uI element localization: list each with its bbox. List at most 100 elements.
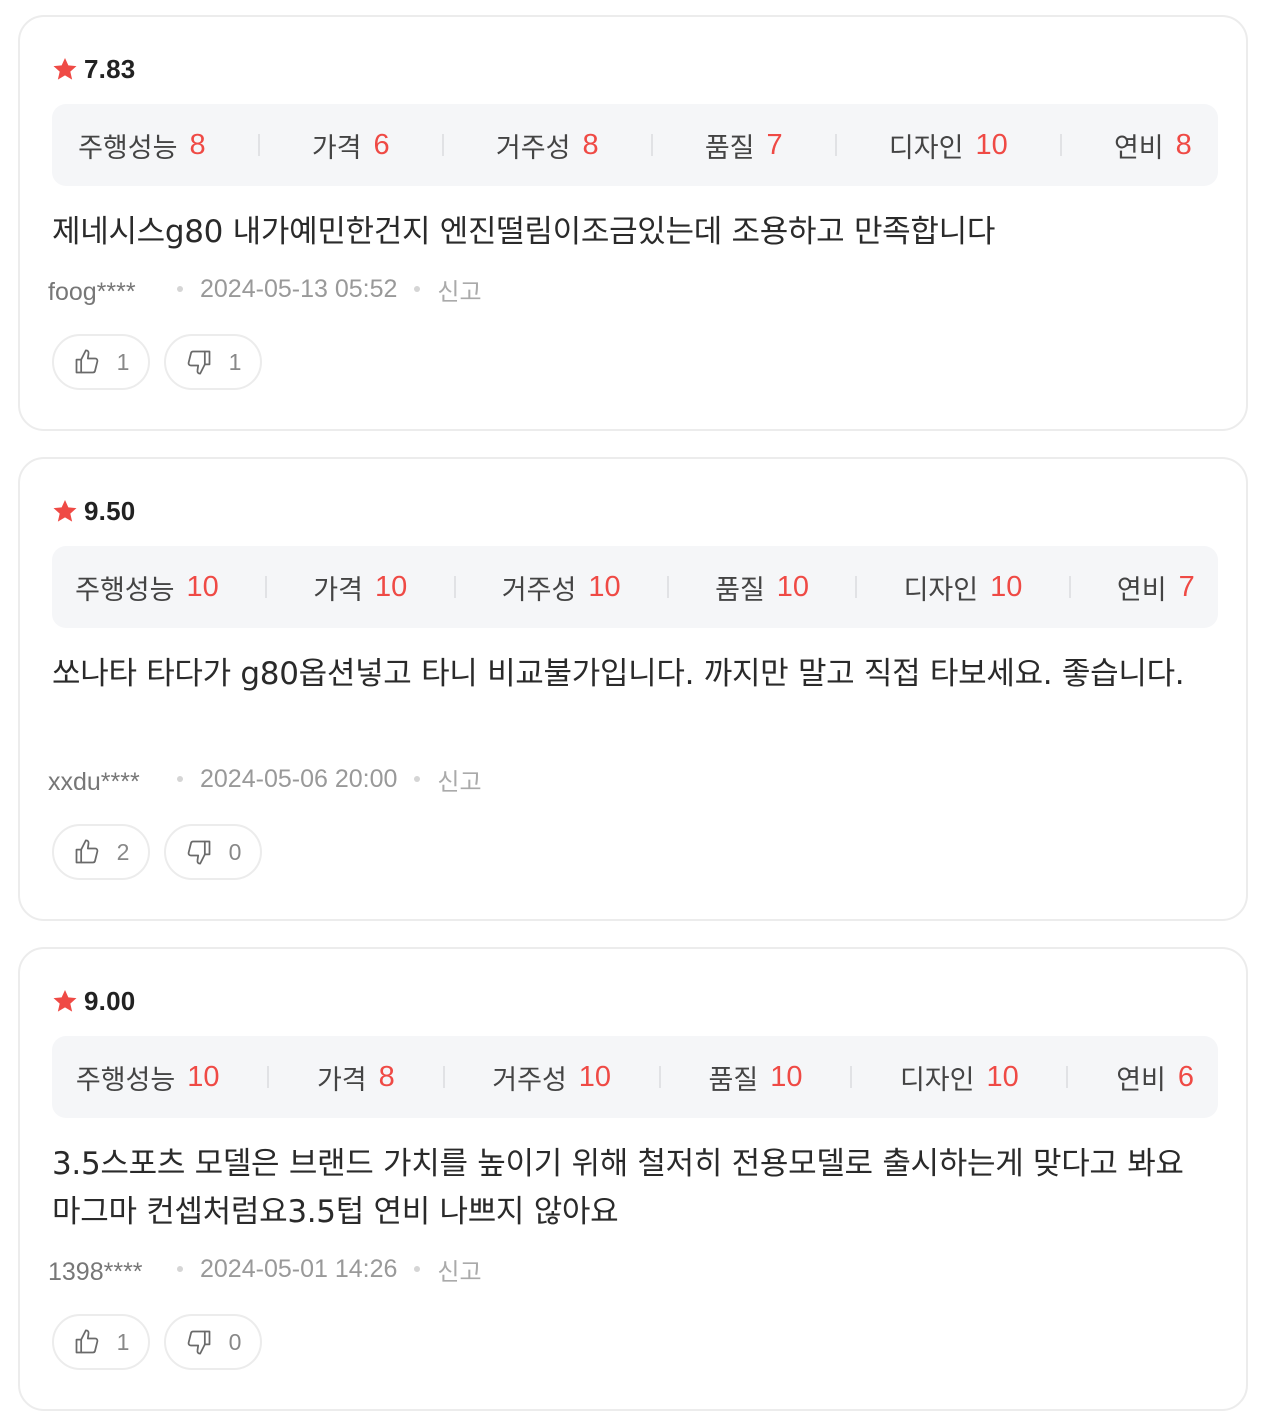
rating-row: 9.00 (52, 983, 135, 1019)
metric-value: 10 (776, 570, 810, 603)
metric-value: 8 (378, 1060, 395, 1093)
metric-label: 주행성능 (75, 574, 175, 606)
metric-price: 가격 8 (317, 1058, 395, 1097)
metric-label: 거주성 (495, 132, 571, 164)
metric-divider (658, 1066, 661, 1088)
metric-comfort: 거주성 8 (496, 126, 599, 165)
like-button[interactable]: 1 (52, 1314, 150, 1370)
metric-divider (1066, 1066, 1069, 1088)
metric-label: 가격 (313, 574, 363, 606)
metric-value: 10 (187, 1060, 220, 1093)
review-card: 7.83 주행성능 8 가격 6 거주성 8 품질 7 디자인 10 연비 8 (18, 15, 1248, 431)
report-link[interactable]: 신고 (437, 272, 481, 307)
metric-label: 연비 (1113, 132, 1164, 164)
rating-value: 7.83 (84, 53, 136, 84)
metric-price: 가격 10 (313, 568, 407, 607)
metric-label: 품질 (704, 132, 755, 164)
metric-label: 품질 (708, 1064, 759, 1096)
like-count: 1 (116, 348, 130, 375)
metric-value: 10 (186, 570, 219, 603)
like-count: 1 (116, 1328, 130, 1355)
metric-fuel: 연비 7 (1117, 568, 1195, 607)
review-author: xxdu**** (48, 767, 140, 796)
metric-value: 8 (1175, 128, 1192, 161)
metric-label: 디자인 (903, 574, 979, 606)
metric-driving: 주행성능 10 (75, 568, 219, 607)
metric-label: 연비 (1116, 574, 1167, 606)
dislike-count: 0 (228, 1328, 242, 1355)
metrics-bar: 주행성능 10 가격 8 거주성 10 품질 10 디자인 10 연비 6 (52, 1036, 1218, 1118)
metric-value: 8 (582, 128, 599, 161)
metric-divider (650, 134, 653, 156)
star-icon (52, 988, 78, 1014)
metric-value: 10 (578, 1060, 612, 1093)
thumbs-up-icon (73, 348, 101, 376)
metric-label: 주행성능 (75, 1064, 176, 1096)
metric-design: 디자인 10 (900, 1058, 1019, 1097)
report-link[interactable]: 신고 (437, 762, 481, 797)
metric-quality: 품질 10 (715, 568, 809, 607)
star-icon (52, 498, 78, 524)
thumbs-down-icon (185, 838, 213, 866)
star-icon (52, 56, 78, 82)
thumbs-up-icon (73, 838, 101, 866)
review-meta: 1398**** 2024-05-01 14:26 신고 (48, 1249, 482, 1289)
metric-quality: 품질 7 (705, 126, 783, 165)
metric-divider (1059, 134, 1062, 156)
dislike-count: 1 (228, 348, 242, 375)
metric-driving: 주행성능 8 (78, 126, 206, 165)
dislike-button[interactable]: 0 (164, 824, 262, 880)
review-text: 3.5스포츠 모델은 브랜드 가치를 높이기 위해 철저히 전용모델로 출시하는… (52, 1146, 1184, 1230)
dislike-count: 0 (228, 838, 242, 865)
dislike-button[interactable]: 0 (164, 1314, 262, 1370)
metric-comfort: 거주성 10 (502, 568, 621, 607)
metrics-bar: 주행성능 8 가격 6 거주성 8 품질 7 디자인 10 연비 8 (52, 104, 1218, 186)
metric-price: 가격 6 (312, 126, 390, 165)
review-date: 2024-05-13 05:52 (200, 274, 398, 303)
metric-fuel: 연비 8 (1114, 126, 1192, 165)
metrics-bar: 주행성능 10 가격 10 거주성 10 품질 10 디자인 10 연비 7 (52, 546, 1218, 628)
metric-value: 10 (770, 1060, 803, 1093)
review-author: 1398**** (48, 1257, 143, 1286)
metric-divider (265, 576, 268, 598)
metric-label: 디자인 (899, 1064, 975, 1096)
like-count: 2 (116, 838, 130, 865)
metric-value: 7 (1178, 570, 1195, 603)
metric-value: 8 (189, 128, 206, 161)
metric-label: 거주성 (492, 1064, 567, 1096)
review-meta: foog**** 2024-05-13 05:52 신고 (48, 269, 482, 309)
metric-value: 10 (374, 570, 408, 603)
like-button[interactable]: 2 (52, 824, 150, 880)
metric-label: 가격 (316, 1064, 367, 1096)
meta-separator (177, 286, 183, 292)
thumbs-down-icon (185, 1328, 213, 1356)
metric-value: 10 (588, 570, 621, 603)
metric-design: 디자인 10 (904, 568, 1023, 607)
like-button[interactable]: 1 (52, 334, 150, 390)
vote-row: 1 0 (52, 1314, 276, 1372)
report-link[interactable]: 신고 (437, 1252, 481, 1287)
metric-fuel: 연비 6 (1116, 1058, 1194, 1097)
review-text: 제네시스g80 내가예민한건지 엔진떨림이조금있는데 조용하고 만족합니다 (52, 214, 996, 250)
metric-label: 품질 (715, 574, 765, 606)
dislike-button[interactable]: 1 (164, 334, 262, 390)
metric-value: 7 (766, 128, 783, 161)
metric-divider (1068, 576, 1071, 598)
metric-label: 디자인 (888, 132, 964, 164)
meta-separator (414, 776, 421, 782)
rating-row: 9.50 (52, 493, 135, 529)
metric-design: 디자인 10 (889, 126, 1008, 165)
vote-row: 2 0 (52, 824, 276, 882)
vote-row: 1 1 (52, 334, 276, 392)
review-card: 9.00 주행성능 10 가격 8 거주성 10 품질 10 디자인 10 연비 (18, 947, 1248, 1411)
metric-quality: 품질 10 (709, 1058, 803, 1097)
metric-value: 10 (986, 1060, 1019, 1093)
metric-divider (850, 1066, 853, 1088)
metric-value: 6 (373, 128, 390, 161)
review-date: 2024-05-06 20:00 (200, 764, 398, 793)
review-card: 9.50 주행성능 10 가격 10 거주성 10 품질 10 디자인 10 연… (18, 457, 1248, 921)
thumbs-up-icon (73, 1328, 101, 1356)
thumbs-down-icon (185, 348, 213, 376)
rating-value: 9.00 (84, 985, 136, 1016)
meta-separator (414, 1266, 421, 1272)
